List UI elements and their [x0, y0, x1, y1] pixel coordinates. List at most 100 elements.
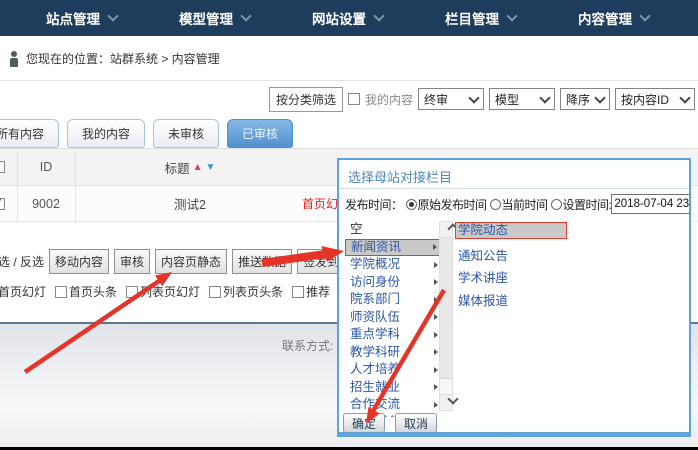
submenu-arrow-icon: [433, 244, 437, 250]
submenu-arrow-icon: [434, 384, 438, 390]
filter-select-review-status[interactable]: 终审: [418, 88, 484, 110]
parent-column-item[interactable]: 师资队伍: [345, 309, 441, 327]
scroll-down-button[interactable]: [440, 394, 452, 410]
row-id: 9002: [17, 186, 75, 221]
sub-column-item-selected[interactable]: 学院动态: [455, 222, 567, 239]
filter-select-sort-order[interactable]: 降序: [560, 88, 610, 110]
parent-column-item[interactable]: 合作交流: [345, 396, 441, 414]
person-icon: [10, 51, 18, 67]
parent-column-item[interactable]: 招生就业: [345, 379, 441, 397]
flag-recommend[interactable]: 推荐: [292, 283, 330, 300]
confirm-button[interactable]: 确定: [343, 413, 385, 433]
nav-item-label: 网站设置: [312, 8, 366, 28]
flag-label: 首页头条: [69, 283, 117, 300]
parent-column-item[interactable]: 重点学科: [345, 326, 441, 344]
list-item-label: 院系部门: [350, 292, 400, 306]
parent-column-item[interactable]: 学院概况: [345, 256, 441, 274]
nav-item-label: 模型管理: [179, 8, 233, 28]
publish-time-label: 发布时间：: [345, 196, 403, 213]
chevron-down-icon: [107, 10, 118, 21]
select-value: 终审: [424, 91, 448, 108]
parent-column-item[interactable]: 教学科研: [345, 344, 441, 362]
flag-checkbox[interactable]: [209, 286, 221, 298]
radio-label[interactable]: 当前时间: [502, 196, 548, 213]
dialog-buttons: 确定 取消: [343, 413, 437, 433]
sort-descending-icon[interactable]: ▼: [206, 162, 216, 173]
submenu-arrow-icon: [434, 297, 438, 303]
filter-select-sort-field[interactable]: 按内容ID: [615, 88, 695, 110]
static-page-button[interactable]: 内容页静态: [155, 249, 227, 274]
filter-bar: 按分类筛选 我的内容 终审 模型 降序 按内容ID: [0, 81, 698, 117]
select-value: 模型: [495, 91, 519, 108]
submenu-arrow-icon: [434, 332, 438, 338]
radio-original-time[interactable]: [406, 199, 417, 210]
flag-home-slide[interactable]: 首页幻灯: [0, 283, 46, 300]
nav-item-label: 内容管理: [578, 8, 632, 28]
flag-home-headline[interactable]: 首页头条: [55, 283, 117, 300]
scroll-up-button[interactable]: [440, 222, 452, 238]
tab-reviewed[interactable]: 已审核: [227, 119, 293, 148]
category-filter-button[interactable]: 按分类筛选: [269, 87, 343, 112]
sub-column-item[interactable]: 通知公告: [455, 245, 575, 268]
cancel-button[interactable]: 取消: [395, 413, 437, 433]
nav-item-model-management[interactable]: 模型管理: [179, 8, 250, 28]
sub-column-list: 学院动态 通知公告 学术讲座 媒体报道: [455, 222, 575, 312]
list-item-label: 访问身份: [350, 275, 400, 289]
scrollbar-thumb[interactable]: [440, 238, 452, 379]
app-window: 站点管理 模型管理 网站设置 栏目管理 内容管理 您现在的位置：站群系统 > 内…: [0, 0, 698, 450]
column-header-title: 标题 ▲ ▼: [75, 149, 305, 185]
flag-list-slide[interactable]: 列表页幻灯: [126, 283, 200, 300]
column-header-title-label: 标题: [165, 158, 190, 177]
chevron-down-icon: [539, 92, 550, 103]
select-value: 降序: [566, 91, 590, 108]
list-item-label: 重点学科: [350, 327, 400, 341]
flag-label: 列表页头条: [223, 283, 283, 300]
submenu-arrow-icon: [434, 314, 438, 320]
row-checkbox[interactable]: [0, 198, 5, 210]
chevron-down-icon: [240, 10, 251, 21]
review-button[interactable]: 审核: [114, 249, 150, 274]
nav-item-site-management[interactable]: 站点管理: [46, 8, 117, 28]
nav-item-website-settings[interactable]: 网站设置: [312, 8, 383, 28]
move-content-button[interactable]: 移动内容: [49, 249, 109, 274]
tab-my-content[interactable]: 我的内容: [67, 119, 145, 148]
list-scrollbar[interactable]: [439, 221, 453, 411]
parent-column-item-news[interactable]: 新闻资讯: [345, 239, 441, 257]
tab-unreviewed[interactable]: 未审核: [153, 119, 219, 148]
radio-label[interactable]: 原始发布时间: [418, 196, 487, 213]
radio-current-time[interactable]: [490, 199, 501, 210]
nav-item-column-management[interactable]: 栏目管理: [445, 8, 516, 28]
nav-item-content-management[interactable]: 内容管理: [578, 8, 649, 28]
flag-list-headline[interactable]: 列表页头条: [209, 283, 283, 300]
sub-column-item[interactable]: 媒体报道: [455, 290, 575, 313]
flag-checkbox[interactable]: [126, 286, 138, 298]
parent-column-item[interactable]: 院系部门: [345, 291, 441, 309]
tab-all-content[interactable]: 所有内容: [0, 119, 59, 148]
parent-column-item[interactable]: 人才培养: [345, 361, 441, 379]
row-title: 测试2: [75, 186, 305, 221]
column-header-id: ID: [17, 149, 75, 185]
flag-label: 推荐: [306, 283, 330, 300]
flag-checkbox[interactable]: [55, 286, 67, 298]
parent-column-item[interactable]: 访问身份: [345, 274, 441, 292]
submenu-arrow-icon: [434, 262, 438, 268]
list-item-label: 人才培养: [350, 362, 400, 376]
submenu-arrow-icon: [434, 402, 438, 408]
sub-column-item[interactable]: 学术讲座: [455, 267, 575, 290]
my-content-checkbox[interactable]: [348, 93, 360, 105]
push-data-button[interactable]: 推送数据: [232, 249, 292, 274]
radio-set-time[interactable]: [551, 199, 562, 210]
time-input[interactable]: [611, 194, 691, 214]
breadcrumb: 您现在的位置：站群系统 > 内容管理: [26, 50, 220, 67]
flag-checkbox[interactable]: [292, 286, 304, 298]
submenu-arrow-icon: [434, 349, 438, 355]
parent-column-item-empty[interactable]: 空: [345, 221, 441, 239]
sort-ascending-icon[interactable]: ▲: [193, 162, 203, 173]
select-all-checkbox[interactable]: [0, 161, 5, 173]
filter-select-model[interactable]: 模型: [489, 88, 555, 110]
chevron-down-icon: [679, 92, 690, 103]
submenu-arrow-icon: [434, 367, 438, 373]
radio-label[interactable]: 设置时间:: [563, 196, 612, 213]
table-divider: [75, 148, 76, 222]
select-invert-link[interactable]: 全选 / 反选: [0, 253, 44, 270]
